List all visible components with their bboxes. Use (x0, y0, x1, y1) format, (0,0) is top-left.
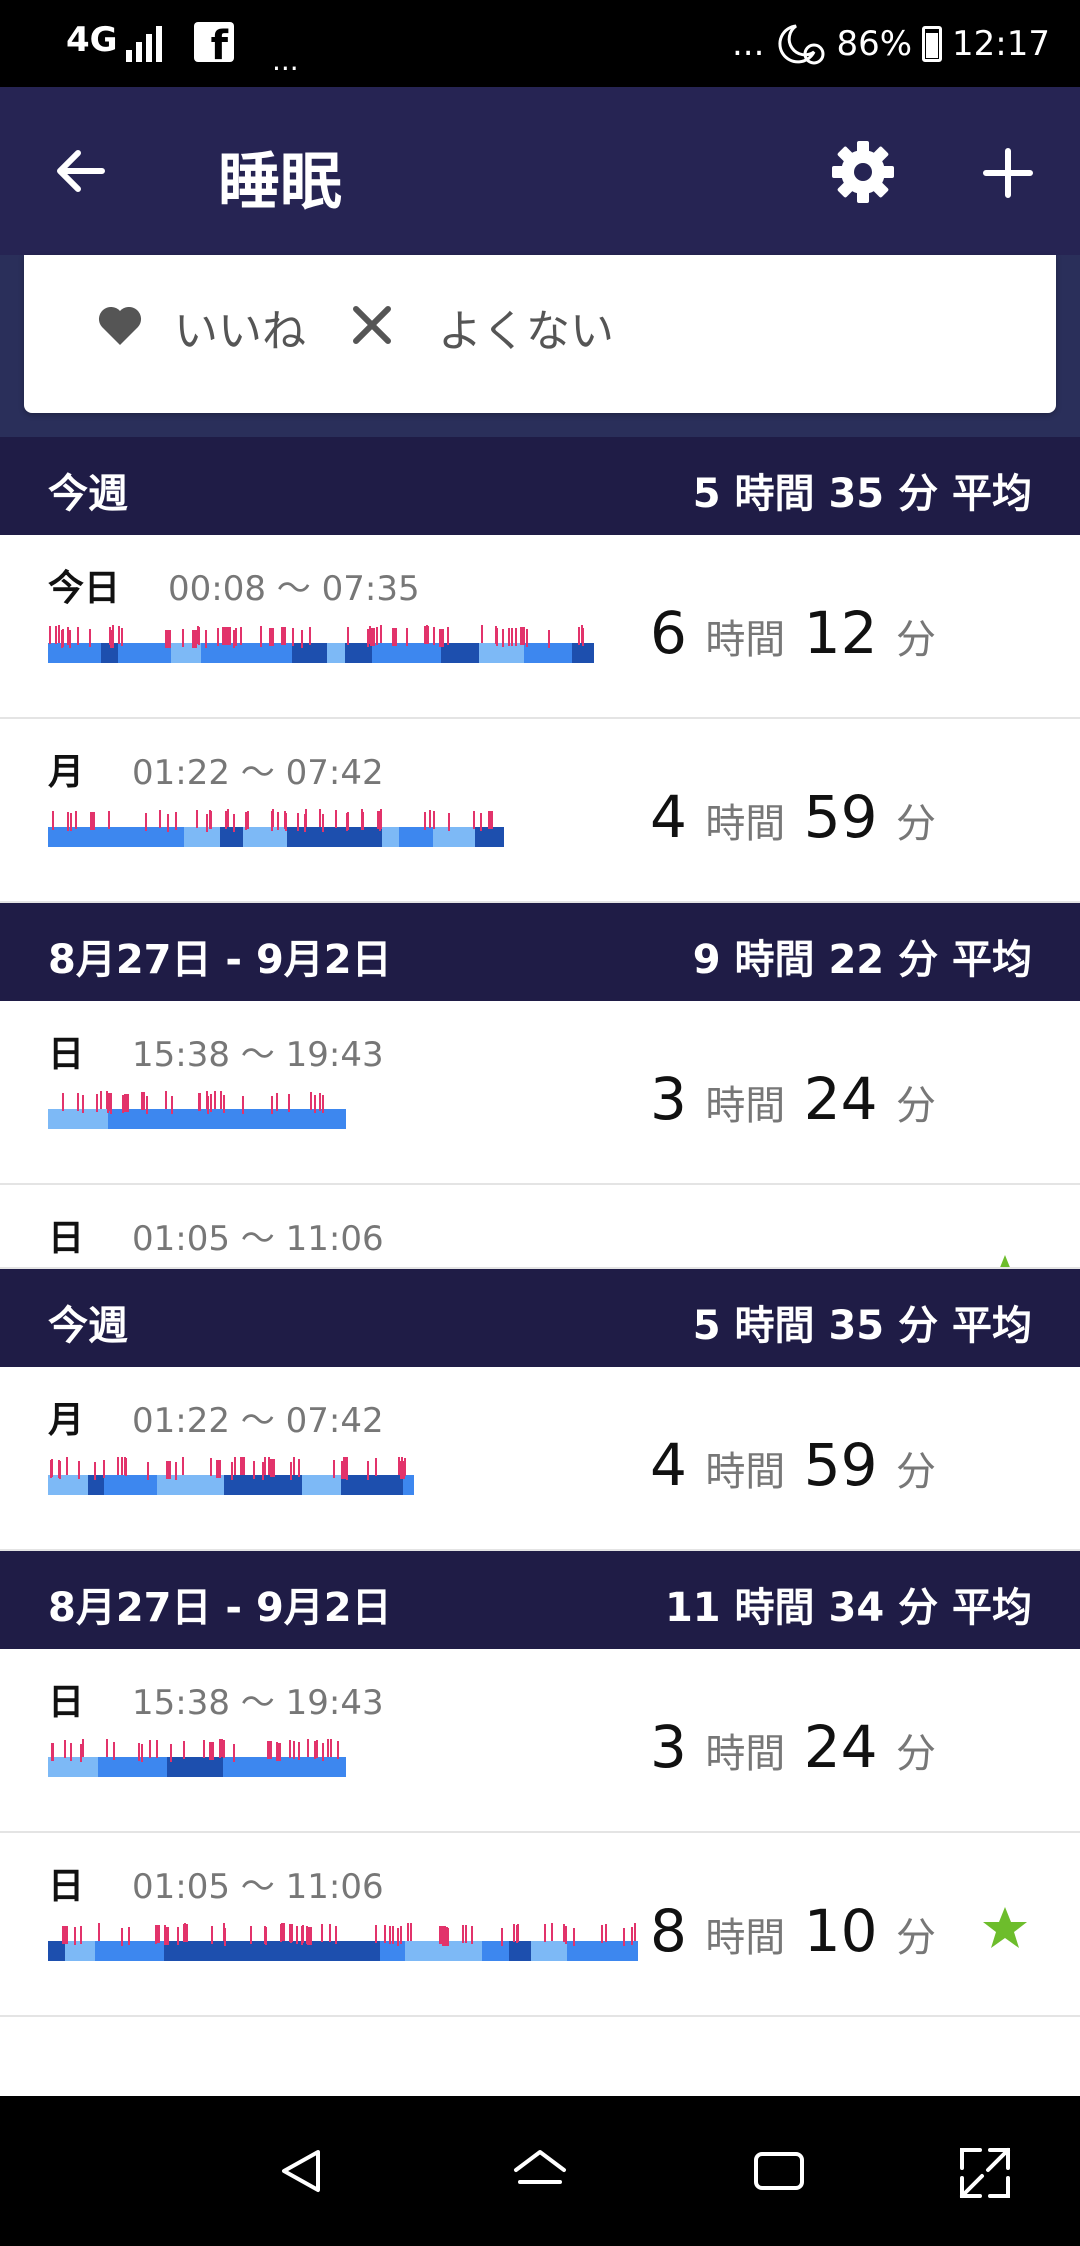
signal-icon (126, 26, 162, 62)
heart-icon[interactable] (96, 301, 144, 349)
recents-nav-icon[interactable] (752, 2146, 806, 2196)
week-average: 11 時間 34 分 平均 (664, 1585, 1032, 1631)
week-label: 今週 (48, 1303, 128, 1349)
entry-day: 月 (48, 752, 85, 793)
plus-icon[interactable] (980, 145, 1036, 201)
entry-duration: 4 時間 59 分 (649, 783, 936, 851)
week-header: 今週 5 時間 35 分 平均 (0, 1269, 1080, 1367)
entry-time-range: 01:22 〜 07:42 (132, 1401, 384, 1441)
entry-time-range: 15:38 〜 19:43 (132, 1035, 384, 1075)
sleep-stage-bar (48, 1923, 638, 1961)
star-icon (983, 1907, 1027, 1948)
feedback-card: いいね よくない (24, 255, 1056, 413)
entry-day: 月 (48, 1400, 85, 1441)
moon-alarm-icon (778, 24, 825, 65)
week-average: 9 時間 22 分 平均 (692, 937, 1032, 983)
entry-day: 日 (48, 1034, 85, 1075)
sleep-entry[interactable]: 日 15:38 〜 19:43 3 時間 24 分 (0, 1649, 1080, 1833)
battery-icon (922, 26, 943, 62)
expand-nav-icon[interactable] (958, 2146, 1012, 2200)
sleep-entry[interactable]: 日 01:05 〜 11:06 8 時間 10 分 (0, 1833, 1080, 2017)
dislike-button[interactable]: よくない (438, 295, 614, 359)
entry-time-range: 01:05 〜 11:06 (132, 1867, 384, 1907)
entry-time-range: 00:08 〜 07:35 (168, 569, 420, 609)
battery-percent: 86% (836, 24, 913, 64)
entry-duration: 3 時間 24 分 (649, 1065, 936, 1133)
entry-duration: 3 時間 24 分 (649, 1713, 936, 1781)
week-average: 5 時間 35 分 平均 (692, 1303, 1032, 1349)
entry-time-range: 01:22 〜 07:42 (132, 753, 384, 793)
week-header: 8月27日 - 9月2日 11 時間 34 分 平均 (0, 1551, 1080, 1649)
entry-duration: 8 時間 10 分 (649, 1897, 936, 1965)
facebook-icon: f (194, 22, 234, 66)
entry-time-range: 01:05 〜 11:06 (132, 1219, 384, 1259)
entry-day: 今日 (48, 568, 121, 609)
status-bar: 4G f ... ... 86% 12:17 (0, 0, 1080, 87)
sleep-entry-partial[interactable]: 日 01:05 〜 11:06 (0, 1185, 1080, 1269)
sleep-entry[interactable]: 日 15:38 〜 19:43 3 時間 24 分 (0, 1001, 1080, 1185)
sleep-entry[interactable]: 月 01:22 〜 07:42 4 時間 59 分 (0, 1367, 1080, 1551)
gear-icon[interactable] (830, 139, 896, 205)
status-dots: ... (272, 44, 299, 77)
x-icon[interactable] (350, 303, 394, 347)
arrow-left-icon[interactable] (52, 143, 108, 199)
entry-day: 日 (48, 1866, 85, 1907)
system-nav-bar (0, 2096, 1080, 2246)
entry-duration: 4 時間 59 分 (649, 1431, 936, 1499)
entry-time-range: 15:38 〜 19:43 (132, 1683, 384, 1723)
entry-day: 日 (48, 1682, 85, 1723)
week-header: 8月27日 - 9月2日 9 時間 22 分 平均 (0, 903, 1080, 1001)
week-header: 今週 5 時間 35 分 平均 (0, 437, 1080, 535)
app-bar: 睡眠 (0, 87, 1080, 255)
sleep-entry[interactable]: 月 01:22 〜 07:42 4 時間 59 分 (0, 719, 1080, 903)
week-label: 8月27日 - 9月2日 (48, 937, 392, 983)
week-label: 今週 (48, 471, 128, 517)
like-button[interactable]: いいね (174, 295, 306, 359)
sleep-stage-bar (48, 625, 594, 663)
home-nav-icon[interactable] (510, 2146, 570, 2196)
back-nav-icon[interactable] (276, 2146, 326, 2196)
sleep-stage-bar (48, 1457, 414, 1495)
entry-duration: 6 時間 12 分 (649, 599, 936, 667)
page-title: 睡眠 (218, 145, 343, 218)
star-icon (1000, 1255, 1010, 1267)
sleep-stage-bar (48, 1091, 346, 1129)
entry-day: 日 (48, 1218, 85, 1259)
sleep-stage-bar (48, 809, 504, 847)
clock: 12:17 (952, 24, 1050, 64)
status-right: ... 86% 12:17 (732, 22, 1050, 66)
network-type: 4G (66, 20, 118, 60)
week-average: 5 時間 35 分 平均 (692, 471, 1032, 517)
sleep-stage-bar (48, 1739, 346, 1777)
status-dots-right: ... (732, 24, 765, 64)
sleep-entry[interactable]: 今日 00:08 〜 07:35 6 時間 12 分 (0, 535, 1080, 719)
week-label: 8月27日 - 9月2日 (48, 1585, 392, 1631)
feedback-area: いいね よくない (0, 255, 1080, 437)
